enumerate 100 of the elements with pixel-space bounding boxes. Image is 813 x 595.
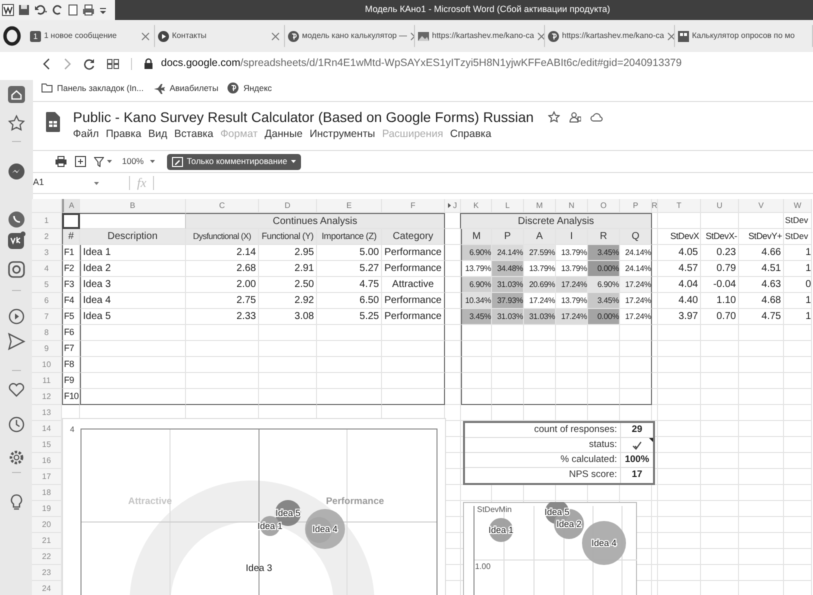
row-number[interactable]: 22	[32, 549, 62, 565]
browser-tab[interactable]: https://kartashev.me/kano-ca	[545, 25, 675, 47]
add-comment-icon[interactable]	[75, 156, 86, 167]
browser-tab[interactable]: Контакты	[155, 25, 285, 47]
close-icon[interactable]	[271, 32, 280, 40]
reload-icon[interactable]	[83, 58, 95, 70]
column-header[interactable]: M	[524, 199, 556, 213]
document-title[interactable]: Public - Kano Survey Result Calculator (Based on Google Forms) Russian	[73, 106, 534, 128]
heart-icon[interactable]	[7, 380, 26, 399]
bookmark[interactable]: Яндекс	[227, 82, 272, 94]
row-number[interactable]: 10	[32, 357, 62, 373]
browser-tab[interactable]: https://kartashev.me/kano-ca	[415, 25, 545, 47]
row-number[interactable]: 16	[32, 453, 62, 469]
name-box[interactable]: A1	[33, 176, 129, 190]
column-header[interactable]: L	[492, 199, 524, 213]
zoom-select[interactable]: 100%	[122, 155, 155, 168]
close-icon[interactable]	[537, 32, 544, 40]
column-header[interactable]: D	[259, 199, 317, 213]
new-document-icon[interactable]	[68, 4, 78, 16]
browser-tab[interactable]: 1 1 новое сообщение	[27, 25, 155, 47]
spreadsheet-logo-icon[interactable]	[46, 112, 60, 132]
column-header[interactable]: F	[382, 199, 445, 213]
bookmark[interactable]: Авиабилеты	[152, 82, 218, 94]
home-icon[interactable]	[7, 85, 26, 104]
row-number[interactable]: 23	[32, 565, 62, 581]
column-header[interactable]: P	[620, 199, 652, 213]
menu-item[interactable]: Вид	[148, 127, 168, 143]
column-header[interactable]: B	[80, 199, 186, 213]
row-number[interactable]: 21	[32, 533, 62, 549]
column-header[interactable]: A	[62, 199, 80, 213]
row-number[interactable]: 8	[32, 325, 62, 341]
column-header[interactable]: K	[461, 199, 492, 213]
menu-item[interactable]: Файл	[73, 127, 99, 143]
browser-logo-icon[interactable]	[2, 26, 22, 46]
column-header[interactable]: V	[739, 199, 784, 213]
menu-item[interactable]: Данные	[264, 127, 303, 143]
row-number[interactable]: 7	[32, 309, 62, 325]
row-number[interactable]: 4	[32, 261, 62, 277]
menu-item[interactable]: Справка	[450, 127, 492, 143]
row-number[interactable]: 24	[32, 581, 62, 595]
close-icon[interactable]	[667, 32, 674, 40]
clock-icon[interactable]	[7, 415, 26, 434]
menu-item[interactable]: Инструменты	[310, 127, 376, 143]
row-number[interactable]: 2	[32, 229, 62, 245]
row-number[interactable]: 13	[32, 405, 62, 421]
messenger-icon[interactable]	[7, 162, 26, 181]
empty-cell	[658, 357, 701, 373]
camera-icon[interactable]	[7, 260, 26, 279]
filter-button[interactable]	[94, 156, 112, 166]
mode-button[interactable]: Только комментирование	[166, 154, 302, 170]
save-icon[interactable]	[18, 4, 30, 16]
row-number[interactable]: 14	[32, 421, 62, 437]
send-icon[interactable]	[7, 332, 26, 351]
row-number[interactable]: 12	[32, 389, 62, 405]
column-header[interactable]: T	[658, 199, 701, 213]
column-header[interactable]: U	[701, 199, 739, 213]
star-icon[interactable]	[548, 111, 560, 123]
row-number[interactable]: 3	[32, 245, 62, 261]
value-cell: 1	[784, 261, 812, 277]
word-logo-icon[interactable]	[2, 4, 14, 16]
move-icon[interactable]	[568, 111, 581, 123]
undo-icon[interactable]	[34, 4, 48, 16]
column-header[interactable]: N	[556, 199, 588, 213]
row-number[interactable]: 5	[32, 277, 62, 293]
row-number[interactable]: 20	[32, 517, 62, 533]
print-icon[interactable]	[55, 156, 67, 167]
close-icon[interactable]	[141, 32, 150, 40]
row-number[interactable]: 15	[32, 437, 62, 453]
speed-dial-icon[interactable]	[107, 58, 119, 68]
row-number[interactable]: 17	[32, 469, 62, 485]
column-header[interactable]: O	[588, 199, 620, 213]
row-number[interactable]: 9	[32, 341, 62, 357]
column-header[interactable]: E	[317, 199, 382, 213]
bubble	[305, 509, 345, 549]
play-circle-icon[interactable]	[7, 307, 26, 326]
vk-icon[interactable]	[7, 231, 26, 250]
row-number[interactable]: 19	[32, 501, 62, 517]
column-header[interactable]: C	[186, 199, 259, 213]
row-number[interactable]: 1	[32, 213, 62, 229]
column-header[interactable]: W	[784, 199, 812, 213]
cloud-icon[interactable]	[590, 111, 603, 123]
settings-icon[interactable]	[7, 448, 26, 467]
column-header[interactable]: R	[652, 199, 658, 213]
browser-tab[interactable]: модель кано калькулятор —	[285, 25, 415, 47]
row-number[interactable]: 11	[32, 373, 62, 389]
url-field[interactable]: docs.google.com/spreadsheets/d/1Rn4E1wMtd-WpSAYxES1yITzyi5H8N1yjwKFFeABIt6c/edit#gid=2040913379	[161, 56, 682, 72]
print-icon[interactable]	[82, 4, 95, 16]
column-header[interactable]: J	[445, 199, 461, 213]
redo-icon[interactable]	[52, 4, 64, 16]
star-icon[interactable]	[7, 114, 26, 133]
phone-chat-icon[interactable]	[7, 210, 26, 229]
browser-tab[interactable]: Калькулятор опросов по мо	[675, 25, 813, 47]
menu-item[interactable]: Правка	[106, 127, 142, 143]
back-icon[interactable]	[43, 58, 51, 70]
bookmark[interactable]: Панель закладок (In...	[41, 82, 144, 94]
row-number[interactable]: 18	[32, 485, 62, 501]
selected-cell[interactable]	[62, 213, 80, 229]
menu-item[interactable]: Вставка	[174, 127, 214, 143]
row-number[interactable]: 6	[32, 293, 62, 309]
expand-arrow-icon[interactable]	[448, 203, 451, 208]
